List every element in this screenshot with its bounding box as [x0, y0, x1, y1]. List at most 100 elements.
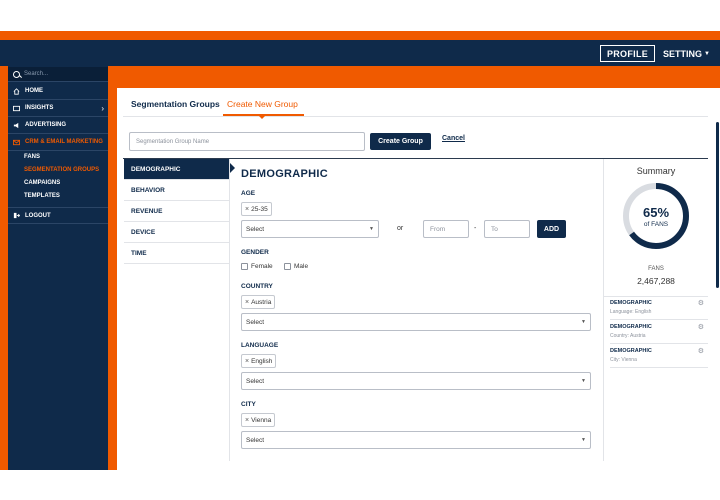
language-chip[interactable]: × English — [241, 354, 277, 368]
chevron-down-icon: ▼ — [581, 378, 586, 384]
summary-title: Summary — [636, 166, 676, 176]
or-text: or — [397, 225, 404, 232]
profile-button[interactable]: PROFILE — [600, 45, 655, 62]
checkbox-box[interactable] — [241, 263, 248, 270]
checkbox-box[interactable] — [284, 263, 291, 270]
fans-count: 2,467,288 — [637, 276, 675, 286]
chip-label: Vienna — [251, 416, 272, 424]
age-from-input[interactable]: From — [423, 220, 469, 238]
sidebar-subitem-campaigns[interactable]: CAMPAIGNS — [24, 177, 60, 189]
sidebar-item-advertising[interactable]: ADVERTISING — [8, 117, 108, 134]
sidebar-item-label: INSIGHTS — [25, 105, 54, 111]
cancel-link[interactable]: Cancel — [442, 135, 465, 142]
add-button[interactable]: ADD — [537, 220, 566, 238]
sidebar-search-input[interactable]: Search... — [8, 67, 108, 82]
sidebar-item-label: LOGOUT — [25, 212, 51, 219]
city-chip[interactable]: × Vienna — [241, 413, 276, 427]
tab-create-new-group[interactable]: Create New Group — [227, 97, 298, 111]
active-category-arrow — [230, 163, 235, 173]
category-tab-demographic[interactable]: DEMOGRAPHIC — [124, 159, 230, 180]
age-chip[interactable]: × 25-35 — [241, 202, 272, 216]
chip-label: Austria — [251, 298, 272, 306]
chevron-right-icon: › — [101, 103, 104, 113]
remove-icon[interactable]: × — [245, 417, 249, 424]
chevron-down-icon: ▼ — [581, 319, 586, 325]
checkbox-label: Female — [251, 263, 273, 270]
sidebar-subitem-segmentation-groups[interactable]: SEGMENTATION GROUPS — [24, 164, 99, 176]
logout-icon — [13, 212, 20, 219]
gear-icon[interactable]: ⚙ — [698, 299, 704, 307]
language-label: LANGUAGE — [241, 342, 279, 349]
home-icon — [13, 87, 20, 95]
summary-item-category: DEMOGRAPHIC — [610, 300, 652, 306]
city-label: CITY — [241, 401, 256, 408]
category-tab-behavior[interactable]: BEHAVIOR — [124, 180, 230, 201]
create-group-button[interactable]: Create Group — [370, 133, 431, 150]
sidebar-subitem-fans[interactable]: FANS — [24, 151, 40, 163]
age-label: AGE — [241, 190, 256, 197]
country-chip[interactable]: × Austria — [241, 295, 276, 309]
age-select[interactable]: Select ▼ — [241, 220, 379, 238]
sidebar-item-label: CRM & EMAIL MARKETING — [25, 139, 103, 145]
category-tab-device[interactable]: DEVICE — [124, 222, 230, 243]
language-select[interactable]: Select ▼ — [241, 372, 591, 390]
section-title: DEMOGRAPHIC — [241, 168, 329, 180]
mail-icon — [13, 139, 20, 145]
gender-male-checkbox[interactable]: Male — [284, 263, 308, 270]
select-value: Select — [246, 225, 265, 233]
column-divider — [229, 159, 230, 461]
summary-item-value: City: Vienna — [610, 357, 637, 363]
summary-of-fans: of FANS — [643, 221, 669, 228]
summary-item: DEMOGRAPHIC Language: English ⚙ — [610, 297, 708, 320]
summary-item-category: DEMOGRAPHIC — [610, 324, 652, 330]
tab-segmentation-groups[interactable]: Segmentation Groups — [131, 97, 220, 111]
city-select[interactable]: Select ▼ — [241, 431, 591, 449]
setting-label: SETTING — [663, 48, 703, 59]
chevron-down-icon: ▼ — [581, 437, 586, 443]
sidebar-item-insights[interactable]: INSIGHTS › — [8, 100, 108, 117]
sidebar-item-logout[interactable]: LOGOUT — [8, 207, 108, 224]
summary-item: DEMOGRAPHIC City: Vienna ⚙ — [610, 345, 708, 368]
summary-percent: 65% — [642, 205, 670, 220]
chip-label: English — [251, 357, 273, 365]
active-tab-indicator — [258, 115, 266, 119]
fans-label: FANS — [648, 266, 664, 272]
tab-divider — [123, 116, 708, 117]
group-name-input[interactable]: Segmentation Group Name — [129, 132, 365, 151]
search-icon — [13, 70, 20, 78]
sidebar-item-home[interactable]: HOME — [8, 83, 108, 100]
summary-item: DEMOGRAPHIC Country: Austria ⚙ — [610, 321, 708, 344]
scrollbar[interactable] — [716, 122, 719, 288]
remove-icon[interactable]: × — [245, 206, 249, 213]
setting-menu[interactable]: SETTING ▼ — [663, 46, 710, 61]
summary-item-value: Country: Austria — [610, 333, 646, 339]
remove-icon[interactable]: × — [245, 358, 249, 365]
range-dash: - — [474, 225, 477, 232]
checkbox-label: Male — [294, 263, 309, 270]
gender-label: GENDER — [241, 249, 269, 256]
top-accent-bar — [0, 31, 720, 40]
category-tab-time[interactable]: TIME — [124, 243, 230, 264]
summary-item-category: DEMOGRAPHIC — [610, 348, 652, 354]
select-value: Select — [246, 377, 265, 385]
category-tab-revenue[interactable]: REVENUE — [124, 201, 230, 222]
gender-female-checkbox[interactable]: Female — [241, 263, 273, 270]
sidebar-item-crm[interactable]: CRM & EMAIL MARKETING — [8, 134, 108, 151]
caret-down-icon: ▼ — [704, 50, 710, 57]
search-placeholder: Search... — [24, 71, 49, 77]
select-value: Select — [246, 436, 265, 444]
sidebar-subitem-templates[interactable]: TEMPLATES — [24, 190, 60, 202]
remove-icon[interactable]: × — [245, 299, 249, 306]
megaphone-icon — [13, 122, 19, 128]
column-divider — [603, 159, 604, 461]
country-label: COUNTRY — [241, 283, 273, 290]
insights-icon — [13, 105, 20, 111]
sidebar-item-label: HOME — [25, 88, 43, 94]
chevron-down-icon: ▼ — [369, 226, 374, 232]
summary-item-value: Language: English — [610, 309, 652, 315]
gear-icon[interactable]: ⚙ — [698, 323, 704, 331]
gear-icon[interactable]: ⚙ — [698, 347, 704, 355]
country-select[interactable]: Select ▼ — [241, 313, 591, 331]
age-to-input[interactable]: To — [484, 220, 530, 238]
chip-label: 25-35 — [251, 205, 268, 213]
